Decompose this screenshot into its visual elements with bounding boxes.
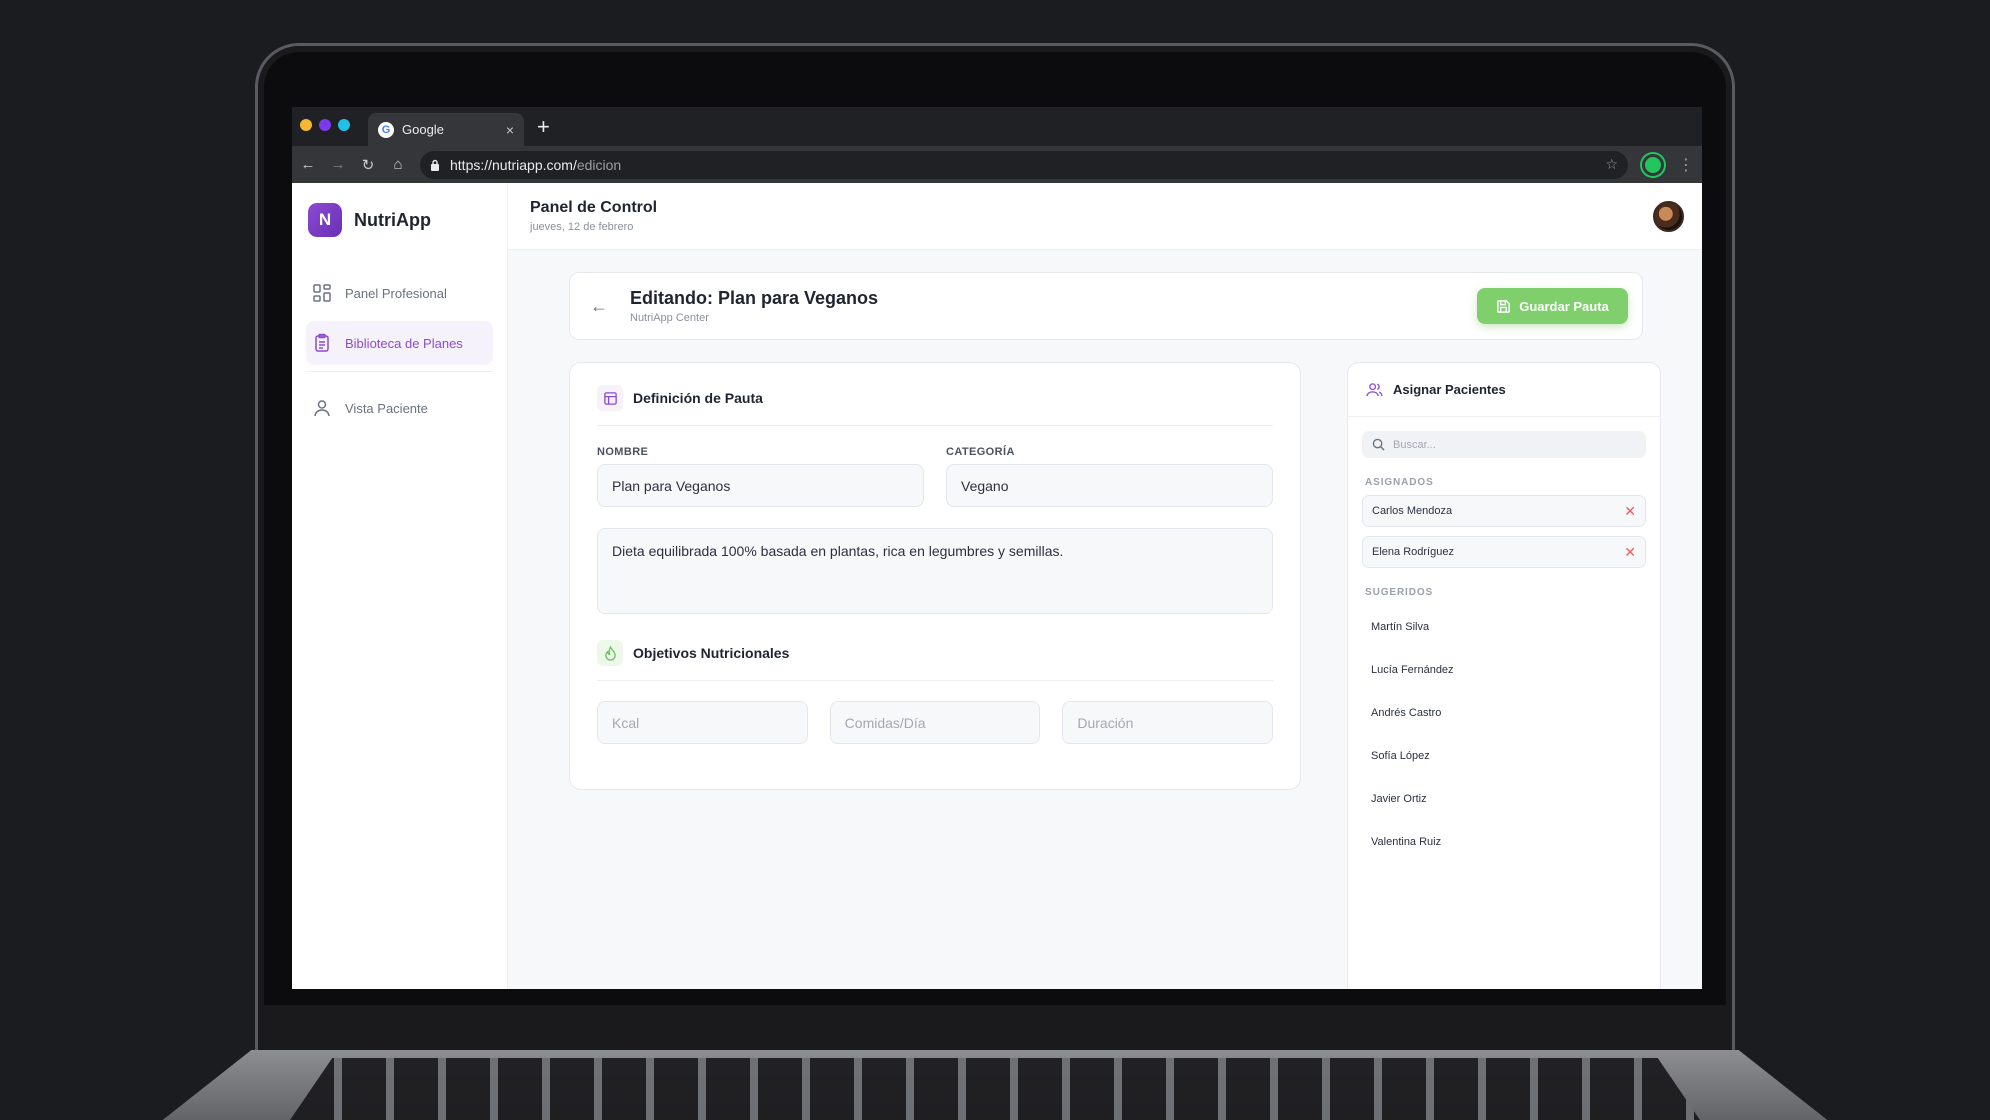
definition-title: Definición de Pauta (633, 390, 763, 406)
sidebar-item-biblioteca-de-planes[interactable]: Biblioteca de Planes (306, 321, 493, 365)
tab-close-icon[interactable]: × (506, 122, 514, 138)
clipboard-icon (315, 333, 329, 352)
url-base: https://nutriapp.com/ (450, 156, 577, 173)
address-bar[interactable]: https://nutriapp.com/edicion ☆ (420, 150, 1628, 179)
assign-header: Asignar Pacientes (1348, 363, 1660, 417)
description-textarea[interactable]: Dieta equilibrada 100% basada en plantas… (597, 528, 1273, 614)
grid-icon (313, 284, 331, 302)
sidebar: N NutriApp Panel Profesional Biblioteca … (292, 183, 508, 989)
window-controls (300, 119, 350, 131)
window-close-dot[interactable] (319, 119, 331, 131)
forward-icon[interactable]: → (330, 156, 346, 173)
assigned-label: ASIGNADOS (1365, 477, 1434, 488)
suggested-patient[interactable]: Javier Ortiz (1362, 777, 1646, 820)
google-icon: G (378, 121, 394, 138)
assigned-patient-name: Elena Rodríguez (1372, 546, 1454, 558)
page-title: Panel de Control (530, 199, 658, 216)
objectives-header: Objetivos Nutricionales (597, 640, 1273, 681)
topbar: Panel de Control jueves, 12 de febrero (508, 183, 1702, 250)
sidebar-item-vista-paciente[interactable]: Vista Paciente (306, 386, 493, 430)
remove-icon[interactable]: ✕ (1624, 503, 1636, 520)
duration-input[interactable]: Duración (1062, 701, 1274, 744)
browser-toolbar: ← → ↻ ⌂ https://nutriapp.com/edicion ☆ ⋮ (292, 146, 1702, 183)
screen: G Google × + ← → ↻ ⌂ https://nutriapp.co… (292, 107, 1702, 989)
suggested-patient[interactable]: Valentina Ruiz (1362, 820, 1646, 863)
category-input[interactable]: Vegano (946, 464, 1273, 507)
save-button[interactable]: Guardar Pauta (1477, 288, 1628, 324)
url-path: edicion (576, 156, 622, 173)
new-tab-icon[interactable]: + (537, 114, 550, 140)
category-field-group: CATEGORÍA Vegano (946, 446, 1273, 507)
assign-body: Buscar... ASIGNADOS Carlos Mendoza ✕ Ele… (1348, 417, 1660, 877)
bookmark-star-icon[interactable]: ☆ (1605, 156, 1618, 173)
users-icon (1366, 383, 1383, 397)
layout-icon (597, 385, 623, 411)
suggested-patient[interactable]: Andrés Castro (1362, 691, 1646, 734)
reload-icon[interactable]: ↻ (360, 156, 376, 174)
name-input[interactable]: Plan para Veganos (597, 464, 924, 507)
browser-tab-strip: G Google × + (292, 107, 1702, 146)
back-icon[interactable]: ← (300, 156, 316, 173)
editor-subtitle: NutriApp Center (630, 312, 709, 324)
content: ← Editando: Plan para Veganos NutriApp C… (508, 250, 1702, 989)
flame-icon (597, 640, 623, 666)
suggested-patient[interactable]: Lucía Fernández (1362, 648, 1646, 691)
brand[interactable]: N NutriApp (306, 203, 493, 237)
assign-title: Asignar Pacientes (1393, 382, 1506, 397)
laptop-chin (262, 1005, 1728, 1055)
main: Panel de Control jueves, 12 de febrero ←… (508, 183, 1702, 989)
name-field-group: NOMBRE Plan para Veganos (597, 446, 924, 507)
patient-search-input[interactable]: Buscar... (1362, 431, 1646, 458)
editor-header-card: ← Editando: Plan para Veganos NutriApp C… (569, 272, 1643, 340)
definition-header: Definición de Pauta (597, 385, 1273, 426)
objectives-title: Objetivos Nutricionales (633, 645, 790, 661)
kcal-input[interactable]: Kcal (597, 701, 808, 744)
page-date: jueves, 12 de febrero (530, 221, 634, 233)
definition-fields: NOMBRE Plan para Veganos CATEGORÍA Vegan… (597, 446, 1273, 507)
sidebar-item-label: Biblioteca de Planes (345, 335, 463, 351)
search-placeholder: Buscar... (1393, 438, 1436, 451)
suggested-patient[interactable]: Sofía López (1362, 734, 1646, 777)
meals-per-day-input[interactable]: Comidas/Día (829, 701, 1041, 744)
save-icon (1497, 299, 1511, 313)
assigned-patient[interactable]: Carlos Mendoza ✕ (1362, 495, 1646, 527)
remove-icon[interactable]: ✕ (1624, 544, 1636, 561)
browser-menu-icon[interactable]: ⋮ (1678, 155, 1694, 175)
window-zoom-dot[interactable] (338, 119, 350, 131)
sidebar-item-panel-profesional[interactable]: Panel Profesional (306, 271, 493, 315)
editor-title: Editando: Plan para Veganos (630, 288, 879, 308)
brand-logo: N (308, 203, 342, 237)
suggested-label: SUGERIDOS (1365, 587, 1434, 598)
profile-icon[interactable] (1642, 153, 1664, 176)
save-button-label: Guardar Pauta (1519, 298, 1609, 314)
name-label: NOMBRE (597, 446, 649, 458)
back-arrow-icon[interactable]: ← (590, 296, 608, 317)
assign-patients-card: Asignar Pacientes Buscar... ASIGNADOS Ca… (1347, 362, 1661, 989)
brand-name: NutriApp (354, 209, 431, 230)
home-icon[interactable]: ⌂ (390, 156, 406, 173)
assigned-patient-name: Carlos Mendoza (1372, 505, 1453, 517)
tab-title: Google (402, 122, 444, 137)
objectives-fields: Kcal Comidas/Día Duración (597, 701, 1274, 744)
assigned-patient[interactable]: Elena Rodríguez ✕ (1362, 536, 1646, 568)
sidebar-item-label: Panel Profesional (345, 285, 447, 301)
laptop-keys (290, 1058, 1700, 1120)
user-icon (314, 400, 330, 417)
browser-tab[interactable]: G Google × (368, 113, 524, 146)
sidebar-item-label: Vista Paciente (345, 400, 428, 416)
avatar[interactable] (1653, 200, 1684, 232)
definition-card: Definición de Pauta NOMBRE Plan para Veg… (569, 362, 1301, 790)
search-icon (1372, 438, 1385, 451)
lock-icon (431, 159, 439, 171)
category-label: CATEGORÍA (946, 446, 1015, 458)
sidebar-divider (306, 371, 493, 372)
suggested-patient[interactable]: Martín Silva (1362, 605, 1646, 648)
app: N NutriApp Panel Profesional Biblioteca … (292, 183, 1702, 989)
window-minimize-dot[interactable] (300, 119, 312, 131)
